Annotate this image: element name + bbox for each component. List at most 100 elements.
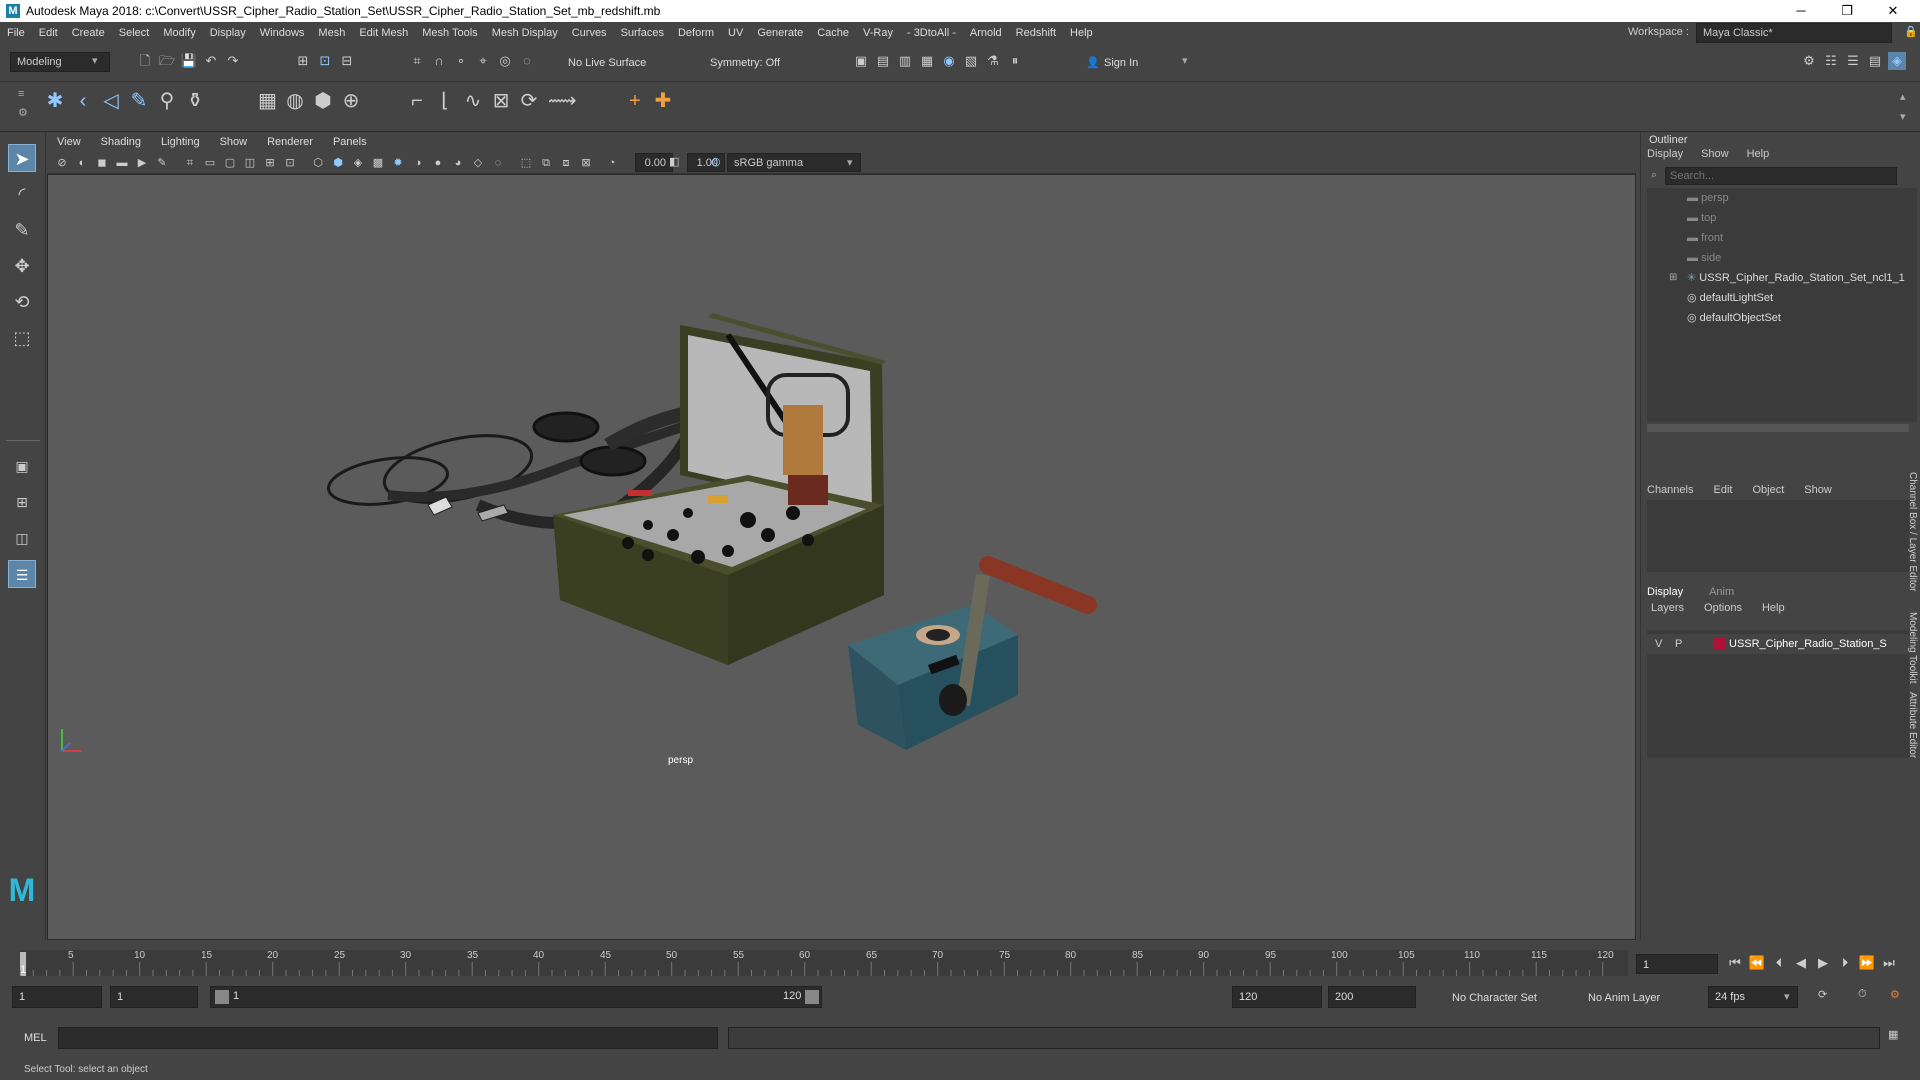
menu-redshift[interactable]: Redshift — [1009, 27, 1063, 39]
range-start-handle[interactable] — [215, 990, 229, 1004]
wireframe-on-shaded-icon[interactable]: ◈ — [349, 154, 367, 172]
layer-name[interactable]: USSR_Cipher_Radio_Station_S — [1729, 638, 1887, 650]
sign-in-button[interactable]: Sign In — [1104, 57, 1138, 69]
curve-bezier-icon[interactable]: ✎ — [130, 91, 148, 111]
vp-menu-renderer[interactable]: Renderer — [257, 136, 323, 148]
select-object-icon[interactable]: ⊡ — [316, 52, 334, 70]
shadows-icon[interactable]: ◑ — [409, 154, 427, 172]
menu-mesh-display[interactable]: Mesh Display — [485, 27, 565, 39]
two-view-layout-icon[interactable]: ◫ — [8, 524, 36, 552]
xray-active-icon[interactable]: ⊠ — [577, 154, 595, 172]
menu-deform[interactable]: Deform — [671, 27, 721, 39]
channel-box-toggle-icon[interactable]: ▤ — [1866, 52, 1884, 70]
gate-mask-icon[interactable]: ◫ — [241, 154, 259, 172]
play-backward-icon[interactable]: ◀ — [1792, 954, 1810, 972]
symmetry-label[interactable]: Symmetry: Off — [710, 57, 780, 69]
menu-mesh[interactable]: Mesh — [311, 27, 352, 39]
single-view-layout-icon[interactable]: ▣ — [8, 452, 36, 480]
render-view-icon[interactable]: ▤ — [874, 52, 892, 70]
snap-grid-icon[interactable]: ⌗ — [408, 52, 426, 70]
grid-icon[interactable]: ⌗ — [181, 154, 199, 172]
film-gate-icon[interactable]: ▭ — [201, 154, 219, 172]
tool-settings-toggle-icon[interactable]: ☰ — [1844, 52, 1862, 70]
twist-icon[interactable]: ⟳ — [520, 91, 538, 111]
exposure-field[interactable]: 0.00 — [635, 153, 673, 172]
resolution-gate-icon[interactable]: ▢ — [221, 154, 239, 172]
curve-cv-icon[interactable]: ✱ — [46, 91, 64, 111]
poly-torus-icon[interactable]: ⊕ — [342, 91, 360, 111]
menu-windows[interactable]: Windows — [253, 27, 312, 39]
menu-edit-mesh[interactable]: Edit Mesh — [352, 27, 415, 39]
menu-display[interactable]: Display — [203, 27, 253, 39]
hypershade-icon[interactable]: ◉ — [940, 52, 958, 70]
move-tool-icon[interactable]: ✥ — [8, 252, 36, 280]
scale-tool-icon[interactable]: ⬚ — [8, 324, 36, 352]
layer-visibility-toggle[interactable]: V — [1655, 638, 1662, 650]
play-forward-icon[interactable]: ▶ — [1814, 954, 1832, 972]
outliner-item-persp[interactable]: ▬ persp — [1687, 188, 1729, 208]
vp-menu-shading[interactable]: Shading — [91, 136, 151, 148]
open-scene-icon[interactable]: 🗁 — [158, 52, 176, 70]
new-scene-icon[interactable]: 🗋 — [136, 52, 154, 70]
outliner-hscroll[interactable] — [1647, 424, 1909, 432]
outliner-vscroll[interactable] — [1909, 188, 1917, 422]
color-space-select[interactable]: sRGB gamma — [727, 153, 861, 172]
grease-pencil-icon[interactable]: ✎ — [153, 154, 171, 172]
textured-icon[interactable]: ▩ — [369, 154, 387, 172]
render-sequence-icon[interactable]: ▧ — [962, 52, 980, 70]
shelf-scroll-down-icon[interactable]: ▾ — [1900, 110, 1906, 123]
loop-icon[interactable]: ⟳ — [1818, 988, 1827, 1001]
shelf-settings-icon[interactable]: ⚙ — [18, 106, 28, 119]
current-frame-field[interactable]: 1 — [1636, 954, 1718, 974]
outliner-item-front[interactable]: ▬ front — [1687, 228, 1723, 248]
playback-end-field[interactable]: 120 — [1232, 986, 1322, 1008]
outliner-menu-show[interactable]: Show — [1701, 148, 1729, 160]
menu-surfaces[interactable]: Surfaces — [614, 27, 671, 39]
camera-attributes-icon[interactable]: ◐ — [73, 154, 91, 172]
curve-ep-icon[interactable]: ‹ — [74, 91, 92, 111]
ambient-occlusion-icon[interactable]: ● — [429, 154, 447, 172]
squash-icon[interactable]: ⊠ — [492, 91, 510, 111]
xray-icon[interactable]: ⧉ — [537, 154, 555, 172]
two-d-pan-icon[interactable]: ▶ — [133, 154, 151, 172]
layer-color-swatch[interactable] — [1713, 637, 1725, 649]
tab-anim[interactable]: Anim — [1709, 586, 1734, 598]
vp-menu-lighting[interactable]: Lighting — [151, 136, 210, 148]
skeleton-joint-icon[interactable]: ⚲ — [158, 91, 176, 111]
menu-create[interactable]: Create — [65, 27, 112, 39]
animation-start-field[interactable]: 1 — [12, 986, 102, 1008]
go-to-start-icon[interactable]: ⏮ — [1726, 954, 1744, 972]
snap-point-icon[interactable]: ∘ — [452, 52, 470, 70]
render-settings-icon[interactable]: ▦ — [918, 52, 936, 70]
range-bar[interactable]: 1 120 — [210, 986, 822, 1008]
select-camera-icon[interactable]: ⊘ — [53, 154, 71, 172]
vp-menu-view[interactable]: View — [47, 136, 91, 148]
wireframe-icon[interactable]: ⬡ — [309, 154, 327, 172]
menu-arnold[interactable]: Arnold — [963, 27, 1009, 39]
render-setup-icon[interactable]: ⚗ — [984, 52, 1002, 70]
outliner-item-default-object-set[interactable]: ◎ defaultObjectSet — [1687, 308, 1781, 328]
channelbox-menu-edit[interactable]: Edit — [1713, 484, 1732, 496]
channelbox-menu-show[interactable]: Show — [1804, 484, 1832, 496]
layer-editor-toggle-icon[interactable]: ◈ — [1888, 52, 1906, 70]
command-language-label[interactable]: MEL — [24, 1032, 47, 1044]
outliner-item-radio-group[interactable]: ✳ USSR_Cipher_Radio_Station_Set_ncl1_1 — [1687, 268, 1905, 288]
menu-uv[interactable]: UV — [721, 27, 750, 39]
motion-blur-icon[interactable]: ◕ — [449, 154, 467, 172]
outliner-search-input[interactable] — [1665, 167, 1897, 185]
range-end-handle[interactable] — [805, 990, 819, 1004]
maximize-button[interactable]: ❐ — [1824, 0, 1870, 22]
side-tab-attribute-editor[interactable]: Attribute Editor — [1907, 692, 1918, 758]
gamma-icon[interactable]: ◧ — [669, 155, 679, 168]
outliner-menu-display[interactable]: Display — [1647, 148, 1683, 160]
select-component-icon[interactable]: ⊟ — [338, 52, 356, 70]
cluster-icon[interactable]: ✚ — [654, 91, 672, 111]
menu-mesh-tools[interactable]: Mesh Tools — [415, 27, 484, 39]
tab-display[interactable]: Display — [1647, 586, 1683, 598]
menu-edit[interactable]: Edit — [32, 27, 65, 39]
shelf-scroll-up-icon[interactable]: ▴ — [1900, 90, 1906, 103]
isolate-select-icon[interactable]: ⬚ — [517, 154, 535, 172]
depth-of-field-icon[interactable]: ◌ — [489, 154, 507, 172]
paint-select-tool-icon[interactable]: ✎ — [8, 216, 36, 244]
auto-key-icon[interactable]: ⏱ — [1858, 988, 1867, 1001]
